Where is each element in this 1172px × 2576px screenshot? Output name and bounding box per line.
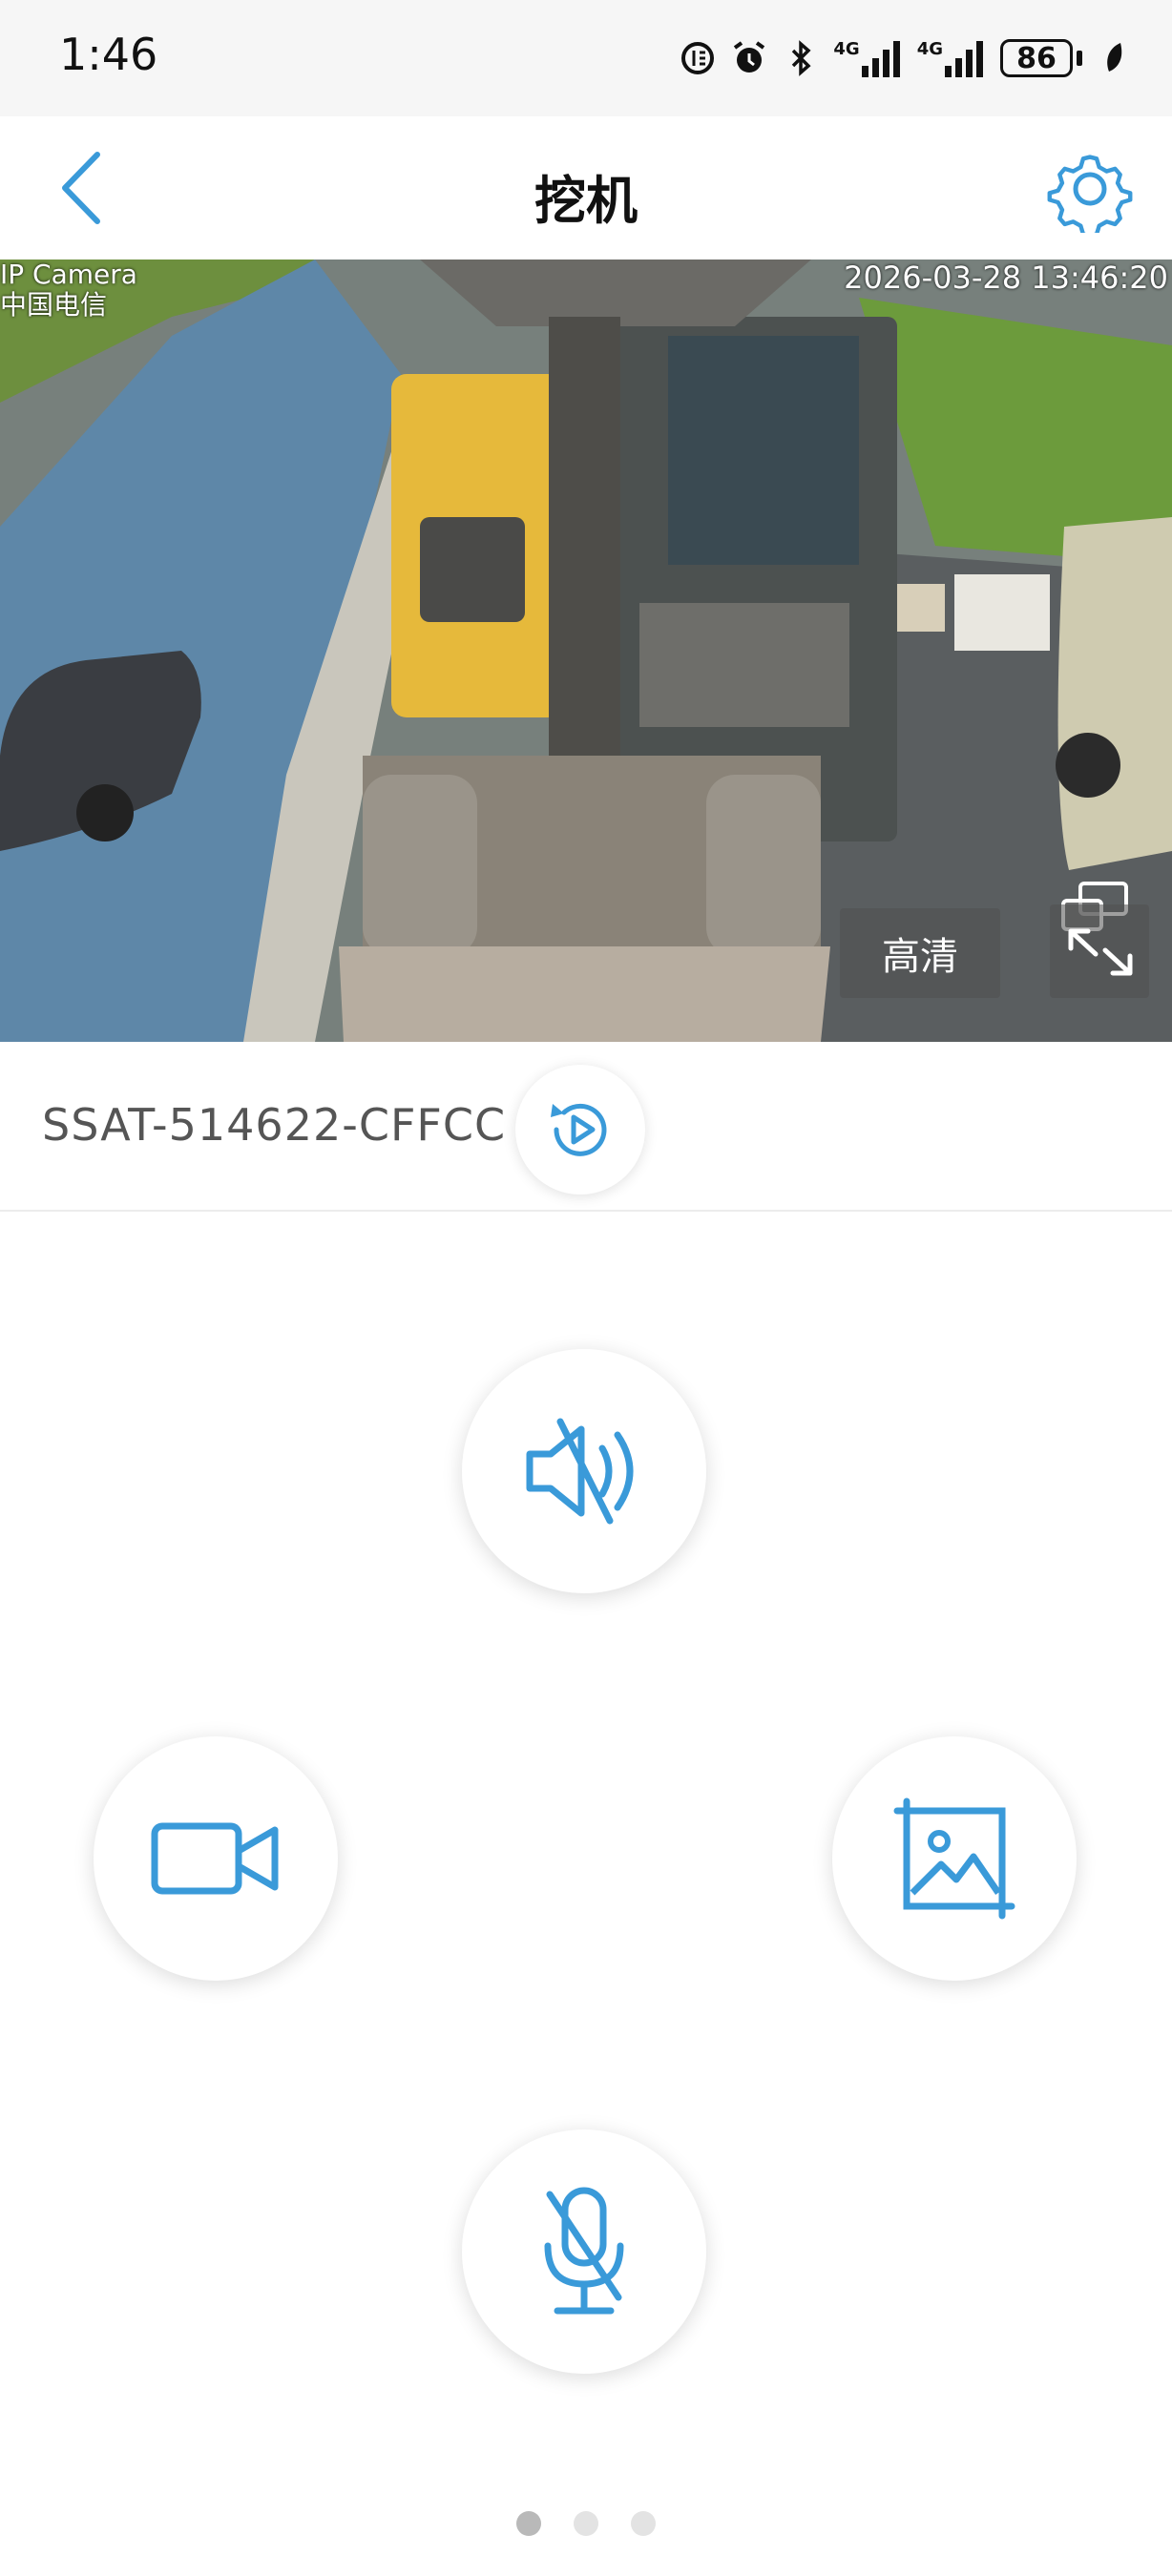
image-icon [893,1797,1015,1920]
nav-bar: 挖机 [0,116,1172,261]
speaker-muted-icon [526,1418,634,1525]
quality-toggle-button[interactable]: 高清 [840,908,1000,998]
playback-button[interactable] [515,1065,645,1195]
mute-audio-button[interactable] [462,1349,706,1593]
device-info-row: SSAT-514622-CFFCC [0,1042,1172,1212]
status-icons: 4G 4G 86 [679,32,1134,84]
camera-video-feed[interactable]: IP Camera 中国电信 2026-03-28 13:46:20 高清 [0,260,1172,1042]
fullscreen-button[interactable] [1050,904,1149,998]
status-bar: 1:46 4G 4G 86 [0,0,1172,116]
camera-osd-label: IP Camera 中国电信 [0,260,137,321]
expand-icon [1068,928,1133,976]
status-time: 1:46 [59,29,158,80]
leaf-icon [1107,43,1122,72]
battery-tip [1077,51,1082,66]
page-dot-active[interactable] [516,2511,541,2536]
microphone-off-icon [544,2187,624,2315]
page-dot[interactable] [574,2511,598,2536]
signal-strength-2: 4G [917,39,987,77]
data-saver-icon [681,42,715,74]
battery-level: 86 [1000,39,1073,77]
alarm-icon [734,41,765,73]
camera-timestamp: 2026-03-28 13:46:20 [844,260,1168,296]
snapshot-button[interactable] [832,1736,1077,1981]
video-camera-icon [151,1822,279,1895]
signal-bars-icon [945,41,983,77]
device-id: SSAT-514622-CFFCC [42,1099,507,1151]
page-title: 挖机 [534,171,638,231]
battery-indicator: 86 [1000,39,1082,77]
record-video-button[interactable] [94,1736,338,1981]
replay-icon [551,1103,607,1156]
signal-strength-1: 4G [833,39,903,77]
page-indicator [0,2509,1172,2538]
bluetooth-icon [792,40,811,76]
signal-bars-icon [861,41,900,77]
page-dot[interactable] [631,2511,656,2536]
gear-icon[interactable] [1046,145,1134,233]
talk-button[interactable] [462,2129,706,2374]
